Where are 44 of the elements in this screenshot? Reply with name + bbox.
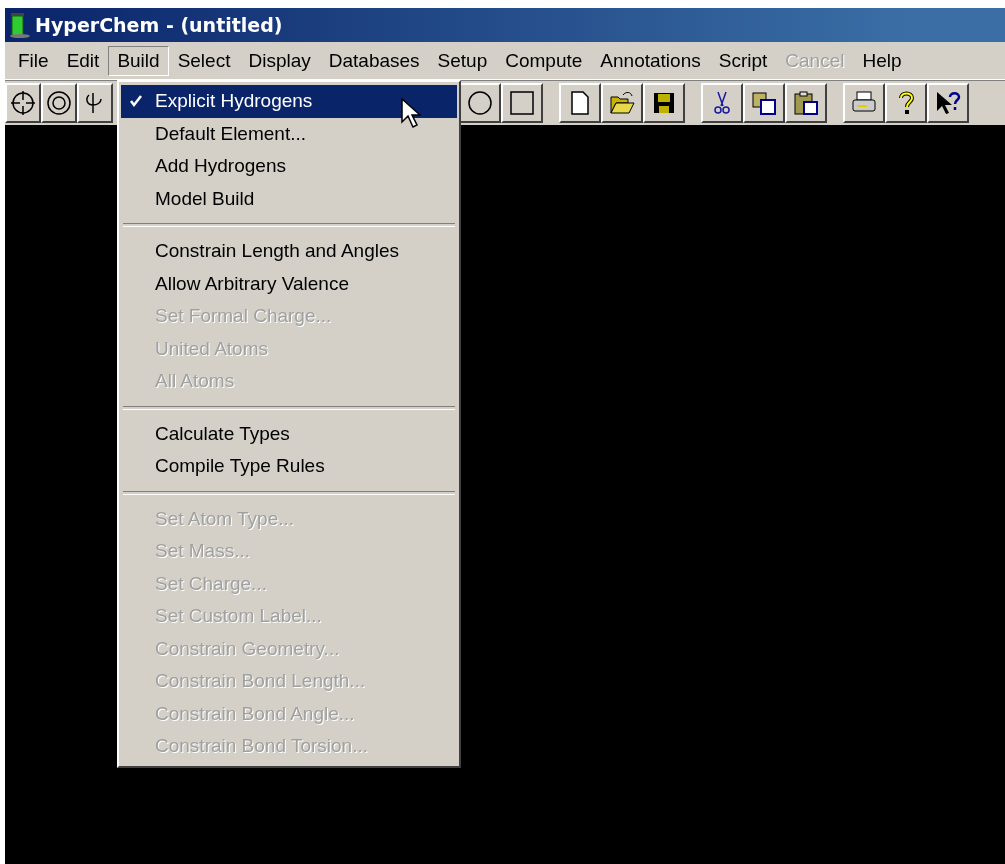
- toolbar-button[interactable]: [927, 83, 969, 123]
- menu-item[interactable]: Compute: [496, 45, 592, 76]
- toolbar-button[interactable]: [41, 83, 77, 123]
- menu-item[interactable]: Calculate Types: [121, 417, 457, 450]
- menu-item[interactable]: Select: [168, 45, 240, 76]
- menu-item[interactable]: Default Element...: [121, 117, 457, 150]
- menu-item[interactable]: Script: [709, 45, 777, 76]
- menu-item[interactable]: Edit: [57, 45, 109, 76]
- mouse-cursor-icon: [401, 98, 421, 130]
- beaker-icon: [9, 12, 31, 38]
- crosshair-icon: [9, 89, 37, 117]
- toolbar-button[interactable]: [843, 83, 885, 123]
- menu-item[interactable]: Add Hydrogens: [121, 150, 457, 183]
- copy-icon: [750, 89, 778, 117]
- toolbar-button[interactable]: [77, 83, 113, 123]
- menu-item[interactable]: Databases: [319, 45, 429, 76]
- menu-item[interactable]: Setup: [428, 45, 497, 76]
- square-icon: [508, 89, 536, 117]
- menu-item[interactable]: Compile Type Rules: [121, 450, 457, 483]
- toolbar-button[interactable]: [559, 83, 601, 123]
- menu-item[interactable]: Display: [239, 45, 320, 76]
- toolbar-button[interactable]: [601, 83, 643, 123]
- toolbar-button[interactable]: [701, 83, 743, 123]
- circle-icon: [466, 89, 494, 117]
- toolbar-button[interactable]: [501, 83, 543, 123]
- open-folder-icon: [608, 89, 636, 117]
- toolbar-button[interactable]: [885, 83, 927, 123]
- concentric-circles-icon: [45, 89, 73, 117]
- window-title: HyperChem - (untitled): [35, 14, 283, 36]
- menu-item[interactable]: Help: [853, 45, 911, 76]
- toolbar-button[interactable]: [459, 83, 501, 123]
- toolbar-button[interactable]: [785, 83, 827, 123]
- clipboard-icon: [792, 89, 820, 117]
- toolbar-button[interactable]: [743, 83, 785, 123]
- toolbar-button[interactable]: [643, 83, 685, 123]
- menu-item[interactable]: Allow Arbitrary Valence: [121, 267, 457, 300]
- menu-item[interactable]: Model Build: [121, 182, 457, 215]
- toolbar-button[interactable]: [5, 83, 41, 123]
- menu-item[interactable]: Explicit Hydrogens: [121, 85, 457, 118]
- menu-item[interactable]: Annotations: [591, 45, 710, 76]
- menu-item[interactable]: File: [9, 45, 58, 76]
- menu-item[interactable]: Build: [108, 45, 169, 76]
- pointer-question-icon: [934, 89, 962, 117]
- menu-item[interactable]: Constrain Length and Angles: [121, 235, 457, 268]
